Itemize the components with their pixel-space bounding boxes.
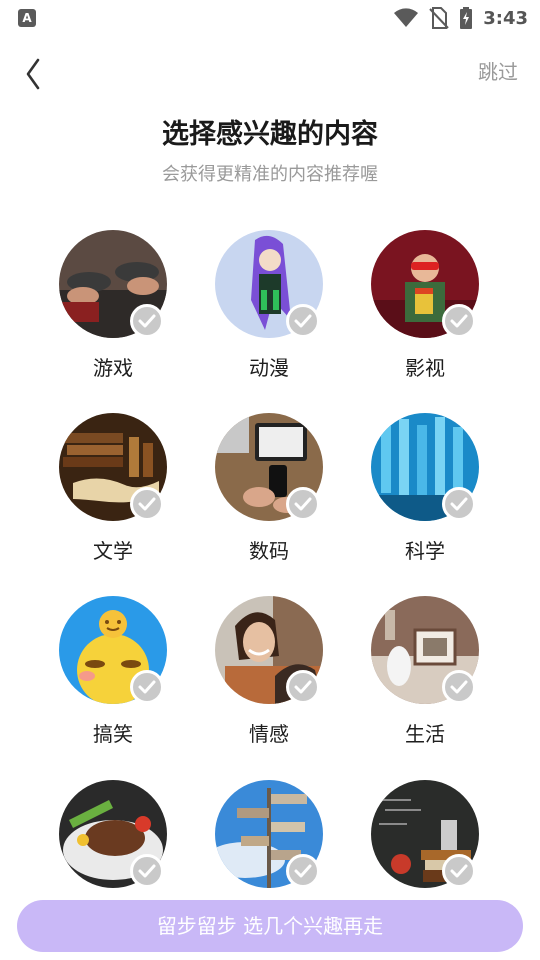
check-icon xyxy=(286,304,320,338)
wifi-icon xyxy=(394,8,419,27)
check-icon xyxy=(442,670,476,704)
check-icon xyxy=(130,487,164,521)
battery-icon xyxy=(460,7,473,29)
chevron-left-icon xyxy=(26,58,40,90)
app-badge-icon: A xyxy=(18,9,36,27)
check-icon xyxy=(130,854,164,888)
interest-item-anime[interactable]: 动漫 xyxy=(204,230,334,400)
interest-item-emotion[interactable]: 情感 xyxy=(204,596,334,766)
status-bar: A 3:43 xyxy=(0,0,540,36)
interest-label: 生活 xyxy=(405,722,445,746)
check-icon xyxy=(442,304,476,338)
check-icon xyxy=(286,670,320,704)
interest-item-literature[interactable]: 文学 xyxy=(48,413,178,583)
interest-item-movies[interactable]: 影视 xyxy=(360,230,490,400)
check-icon xyxy=(286,854,320,888)
interest-item-science[interactable]: 科学 xyxy=(360,413,490,583)
status-icons: 3:43 xyxy=(393,6,528,30)
interest-label: 影视 xyxy=(405,356,445,380)
interest-item-games[interactable]: 游戏 xyxy=(48,230,178,400)
check-icon xyxy=(442,854,476,888)
continue-button[interactable]: 留步留步 选几个兴趣再走 xyxy=(17,900,523,952)
interest-item-funny[interactable]: 搞笑 xyxy=(48,596,178,766)
interest-label: 科学 xyxy=(405,539,445,563)
interest-label: 情感 xyxy=(249,722,289,746)
back-button[interactable] xyxy=(18,50,54,90)
no-sim-icon xyxy=(429,7,449,29)
check-icon xyxy=(130,304,164,338)
interest-label: 文学 xyxy=(93,539,133,563)
interest-item-life[interactable]: 生活 xyxy=(360,596,490,766)
check-icon xyxy=(130,670,164,704)
interest-label: 搞笑 xyxy=(93,722,133,746)
skip-button[interactable]: 跳过 xyxy=(478,56,518,85)
top-bar: 跳过 xyxy=(0,44,540,96)
interest-item-digital[interactable]: 数码 xyxy=(204,413,334,583)
page-subtitle: 会获得更精准的内容推荐喔 xyxy=(162,164,378,185)
interest-label: 数码 xyxy=(249,539,289,563)
interest-label: 动漫 xyxy=(249,356,289,380)
interest-label: 游戏 xyxy=(93,356,133,380)
page-title: 选择感兴趣的内容 xyxy=(162,119,378,150)
check-icon xyxy=(286,487,320,521)
status-time: 3:43 xyxy=(483,7,528,29)
check-icon xyxy=(442,487,476,521)
